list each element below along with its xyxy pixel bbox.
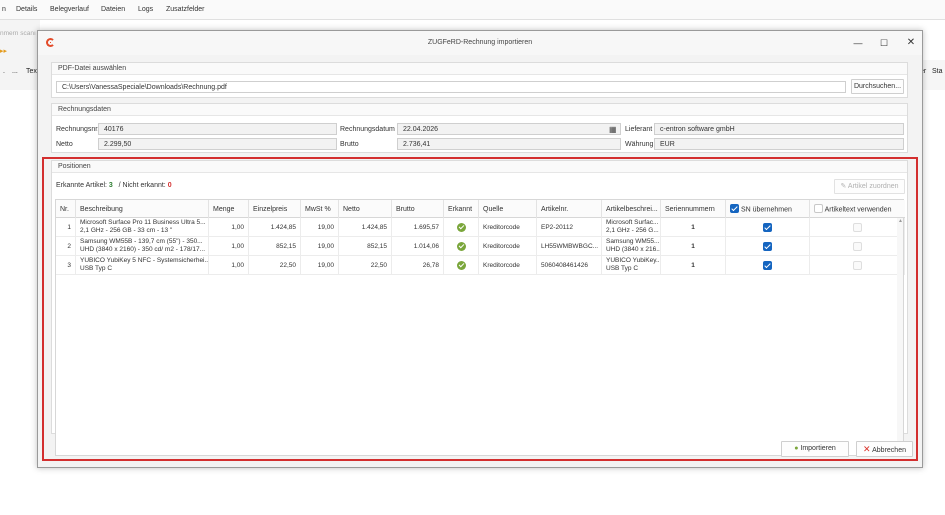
- highlight-frame: [42, 157, 918, 461]
- gross-field[interactable]: 2.736,41: [397, 138, 621, 150]
- tab-main[interactable]: n: [2, 6, 6, 13]
- pdf-group: PDF-Datei auswählen C:\Users\VanessaSpec…: [51, 62, 908, 98]
- tab-zusatzfelder[interactable]: Zusatzfelder: [166, 6, 205, 13]
- invoice-group: Rechnungsdaten Rechnungsnr. 40176 Rechnu…: [51, 103, 908, 153]
- toolbar-snip-1: .: [3, 68, 5, 75]
- browse-button[interactable]: Durchsuchen...: [851, 79, 904, 94]
- pdf-group-title: PDF-Datei auswählen: [52, 63, 907, 75]
- supplier-field[interactable]: c-entron software gmbH: [654, 123, 904, 135]
- dialog-title: ZUGFeRD-Rechnung importieren: [427, 39, 533, 46]
- currency-label: Währung: [625, 141, 654, 148]
- scan-hint: nmern scanı: [0, 30, 36, 37]
- arrow-icon[interactable]: ▸▸: [0, 47, 7, 55]
- currency-field[interactable]: EUR: [654, 138, 904, 150]
- tab-belegverlauf[interactable]: Belegverlauf: [50, 6, 89, 13]
- background-left-panel: nmern scanı ▸▸ . ... Tex: [0, 20, 40, 90]
- pdf-path-field[interactable]: C:\Users\VanessaSpeciale\Downloads\Rechn…: [56, 81, 846, 93]
- calendar-icon[interactable]: ▦: [609, 125, 617, 134]
- invoice-date-label: Rechnungsdatum: [340, 126, 395, 133]
- gross-label: Brutto: [340, 141, 359, 148]
- invoice-number-label: Rechnungsnr.: [56, 126, 100, 133]
- invoice-number-field[interactable]: 40176: [98, 123, 337, 135]
- supplier-label: Lieferant: [625, 126, 653, 133]
- tab-details[interactable]: Details: [16, 6, 37, 13]
- tab-dateien[interactable]: Dateien: [101, 6, 125, 13]
- minimize-icon[interactable]: —: [850, 35, 866, 51]
- invoice-group-title: Rechnungsdaten: [52, 104, 907, 116]
- close-icon[interactable]: ✕: [903, 35, 919, 51]
- net-field[interactable]: 2.299,50: [98, 138, 337, 150]
- right-snip-2: Sta: [932, 68, 943, 75]
- dialog-titlebar[interactable]: ZUGFeRD-Rechnung importieren — ☐ ✕: [38, 31, 922, 55]
- tab-logs[interactable]: Logs: [138, 6, 153, 13]
- invoice-date-value: 22.04.2026: [403, 126, 439, 133]
- background-right-panel: er Sta: [920, 60, 945, 90]
- net-label: Netto: [56, 141, 73, 148]
- invoice-date-field[interactable]: 22.04.2026: [397, 123, 621, 135]
- maximize-icon[interactable]: ☐: [876, 35, 892, 51]
- background-tab-bar: n Details Belegverlauf Dateien Logs Zusa…: [0, 0, 945, 20]
- toolbar-snip-2: ...: [12, 68, 18, 75]
- toolbar-snip-3: Tex: [26, 68, 37, 75]
